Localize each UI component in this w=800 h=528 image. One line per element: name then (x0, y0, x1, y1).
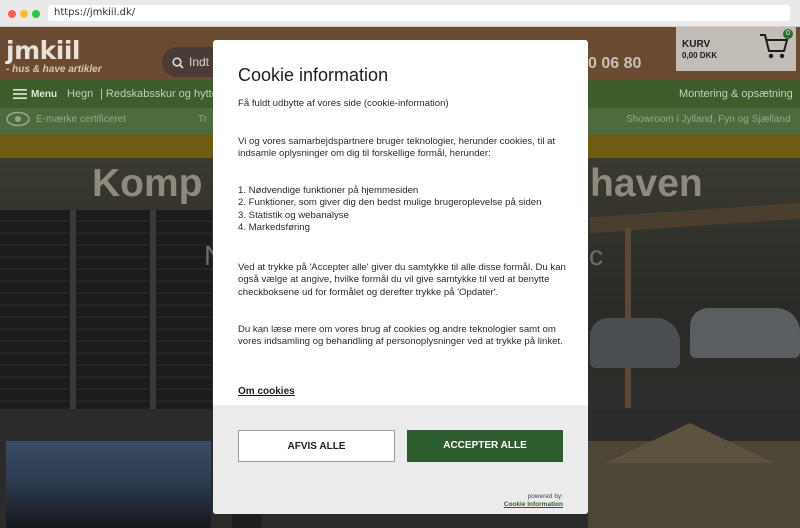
close-window-icon[interactable] (8, 10, 16, 18)
cookie-purpose-item: 1. Nødvendige funktioner på hjemmesiden (238, 185, 419, 196)
browser-chrome: https://jmkiil.dk/ (0, 0, 800, 27)
powered-by: powered by: Cookie Information (504, 493, 563, 509)
cookie-partners-text: Vi og vores samarbejdspartnere bruger te… (238, 136, 556, 160)
maximize-window-icon[interactable] (32, 10, 40, 18)
cookie-purpose-item: 2. Funktioner, som giver dig den bedst m… (238, 197, 542, 209)
cookie-dialog: Cookie information Få fuldt udbytte af v… (213, 40, 588, 514)
cookie-accept-explanation: Ved at trykke på 'Accepter alle' giver d… (238, 262, 566, 298)
minimize-window-icon[interactable] (20, 10, 28, 18)
cookie-purpose-item: 4. Markedsføring (238, 222, 310, 234)
accept-all-button[interactable]: ACCEPTER ALLE (407, 430, 563, 462)
cookie-purpose-list: 1. Nødvendige funktioner på hjemmesiden … (238, 185, 568, 235)
cookie-purpose-item: 3. Statistik og webanalyse (238, 209, 349, 221)
cookie-dialog-title: Cookie information (238, 65, 389, 85)
cookie-dialog-footer: AFVIS ALLE ACCEPTER ALLE powered by: Coo… (213, 405, 588, 514)
om-cookies-link[interactable]: Om cookies (238, 386, 295, 397)
cookie-intro-text: Få fuldt udbytte af vores side (cookie-i… (238, 98, 449, 109)
cookie-more-info-text: Du kan læse mere om vores brug af cookie… (238, 324, 563, 348)
address-bar[interactable]: https://jmkiil.dk/ (48, 5, 790, 21)
cookie-information-link[interactable]: Cookie Information (504, 501, 563, 509)
decline-all-button[interactable]: AFVIS ALLE (238, 430, 395, 462)
cookie-dialog-body: Cookie information Få fuldt udbytte af v… (213, 40, 588, 405)
powered-by-label: powered by: (527, 493, 563, 500)
